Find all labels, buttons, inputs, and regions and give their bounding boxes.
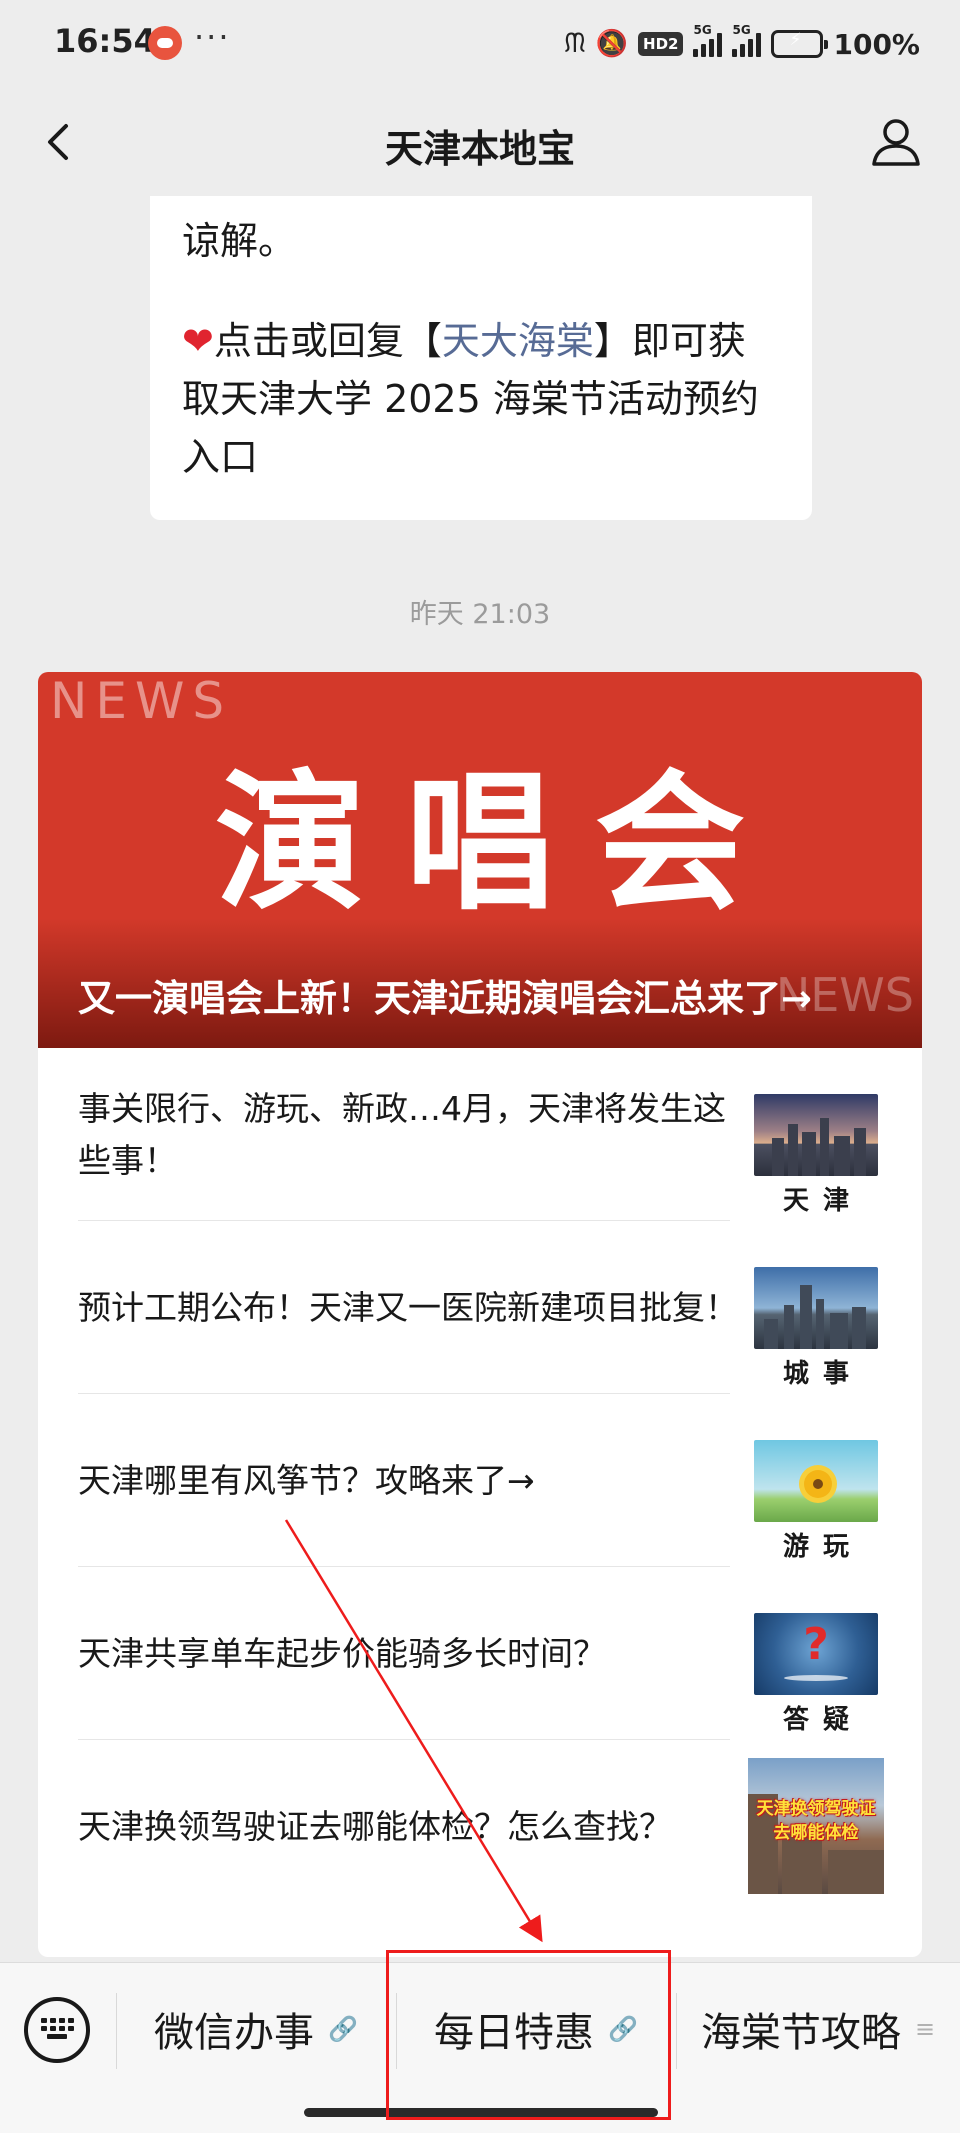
sunflower-icon <box>804 1470 832 1498</box>
article-title[interactable]: 天津共享单车起步价能骑多长时间？ <box>78 1628 758 1680</box>
menu-list-icon: ≡ <box>914 2015 936 2043</box>
battery-icon <box>771 30 829 58</box>
thumbnail-caption-1: 天津换领驾驶证 <box>756 1799 876 1819</box>
thumbnail-label: 天津 <box>782 1186 863 1216</box>
message-line-2: 取天津大学 2025 海棠节活动预约 <box>182 377 759 421</box>
menu-item-wechat-services[interactable]: 微信办事 🔗 <box>116 1963 396 2095</box>
article-thumbnail <box>754 1094 878 1176</box>
article-title[interactable]: 预计工期公布！天津又一医院新建项目批复！ <box>78 1282 758 1334</box>
article-cover[interactable]: NEWS 演唱会 NEWS 又一演唱会上新！天津近期演唱会汇总来了→ <box>38 672 922 1048</box>
page-title: 天津本地宝 <box>384 127 575 171</box>
article-item[interactable]: 天津共享单车起步价能骑多长时间？ ? 答疑 <box>38 1567 922 1740</box>
keyboard-toggle-icon[interactable] <box>24 1997 90 2063</box>
menu-item-label: 微信办事 <box>154 2010 315 2056</box>
keyword-link[interactable]: 天大海棠 <box>442 319 594 363</box>
battery-percent: 100% <box>833 27 920 61</box>
message-line-3: 入口 <box>182 435 259 479</box>
message-bubble: 谅解。 ❤点击或回复【天大海棠】即可获 取天津大学 2025 海棠节活动预约 入… <box>150 196 812 520</box>
status-indicators: ᙏ 🔕 HD2 5G 5G 100% <box>564 23 920 64</box>
thumbnail-caption-2: 去哪能体检 <box>773 1823 859 1843</box>
bluetooth-earbuds-icon: ᙏ <box>564 28 586 59</box>
article-item[interactable]: 事关限行、游玩、新政…4月，天津将发生这些事！ 天津 <box>38 1048 922 1221</box>
signal-icon-1: 5G <box>693 23 723 57</box>
article-item[interactable]: 天津哪里有风筝节？攻略来了→ 游玩 <box>38 1394 922 1567</box>
signal-icon-2: 5G <box>732 23 762 57</box>
red-heart-icon: ❤ <box>182 319 214 363</box>
thumbnail-label: 城事 <box>782 1359 863 1389</box>
article-list: 事关限行、游玩、新政…4月，天津将发生这些事！ 天津 预计工期公布！天津又一医院… <box>38 1048 922 1913</box>
article-item[interactable]: 天津换领驾驶证去哪能体检？怎么查找？ 天津换领驾驶证 去哪能体检 <box>38 1740 922 1913</box>
article-thumbnail: 天津换领驾驶证 去哪能体检 <box>748 1758 884 1894</box>
message-line-1: ❤点击或回复【天大海棠】即可获 <box>182 319 746 363</box>
chat-timestamp: 昨天 21:03 <box>409 599 551 630</box>
menu-item-label: 海棠节攻略 <box>700 2010 901 2056</box>
article-title[interactable]: 天津哪里有风筝节？攻略来了→ <box>78 1455 758 1507</box>
article-card: NEWS 演唱会 NEWS 又一演唱会上新！天津近期演唱会汇总来了→ 事关限行、… <box>38 672 922 1957</box>
hd-voice-badge: HD2 <box>638 32 684 56</box>
nav-bar: 天津本地宝 <box>0 88 960 196</box>
app-notification-icon <box>148 26 182 60</box>
more-notifications-icon: ··· <box>194 18 231 56</box>
profile-icon[interactable] <box>868 114 924 170</box>
cover-news-watermark: NEWS <box>50 672 233 730</box>
thumbnail-label: 游玩 <box>782 1532 863 1562</box>
menu-item-haitang-guide[interactable]: 海棠节攻略 ≡ <box>676 1963 960 2095</box>
cover-article-title[interactable]: 又一演唱会上新！天津近期演唱会汇总来了→ <box>78 968 882 1022</box>
annotation-highlight-box <box>386 1950 671 2120</box>
status-time: 16:54 <box>54 22 156 60</box>
article-title[interactable]: 天津换领驾驶证去哪能体检？怎么查找？ <box>78 1801 758 1853</box>
mute-bell-icon: 🔕 <box>595 29 629 59</box>
article-item[interactable]: 预计工期公布！天津又一医院新建项目批复！ 城事 <box>38 1221 922 1394</box>
link-icon: 🔗 <box>328 2015 358 2043</box>
article-thumbnail <box>754 1267 878 1349</box>
cover-big-text: 演唱会 <box>214 757 785 931</box>
article-title[interactable]: 事关限行、游玩、新政…4月，天津将发生这些事！ <box>78 1083 758 1187</box>
article-thumbnail: ? <box>754 1613 878 1695</box>
status-bar: 16:54 ··· ᙏ 🔕 HD2 5G 5G 100% <box>0 0 960 88</box>
message-line-top: 谅解。 <box>182 219 297 263</box>
question-mark-icon: ? <box>803 1619 829 1670</box>
article-thumbnail <box>754 1440 878 1522</box>
thumbnail-label: 答疑 <box>782 1705 863 1735</box>
